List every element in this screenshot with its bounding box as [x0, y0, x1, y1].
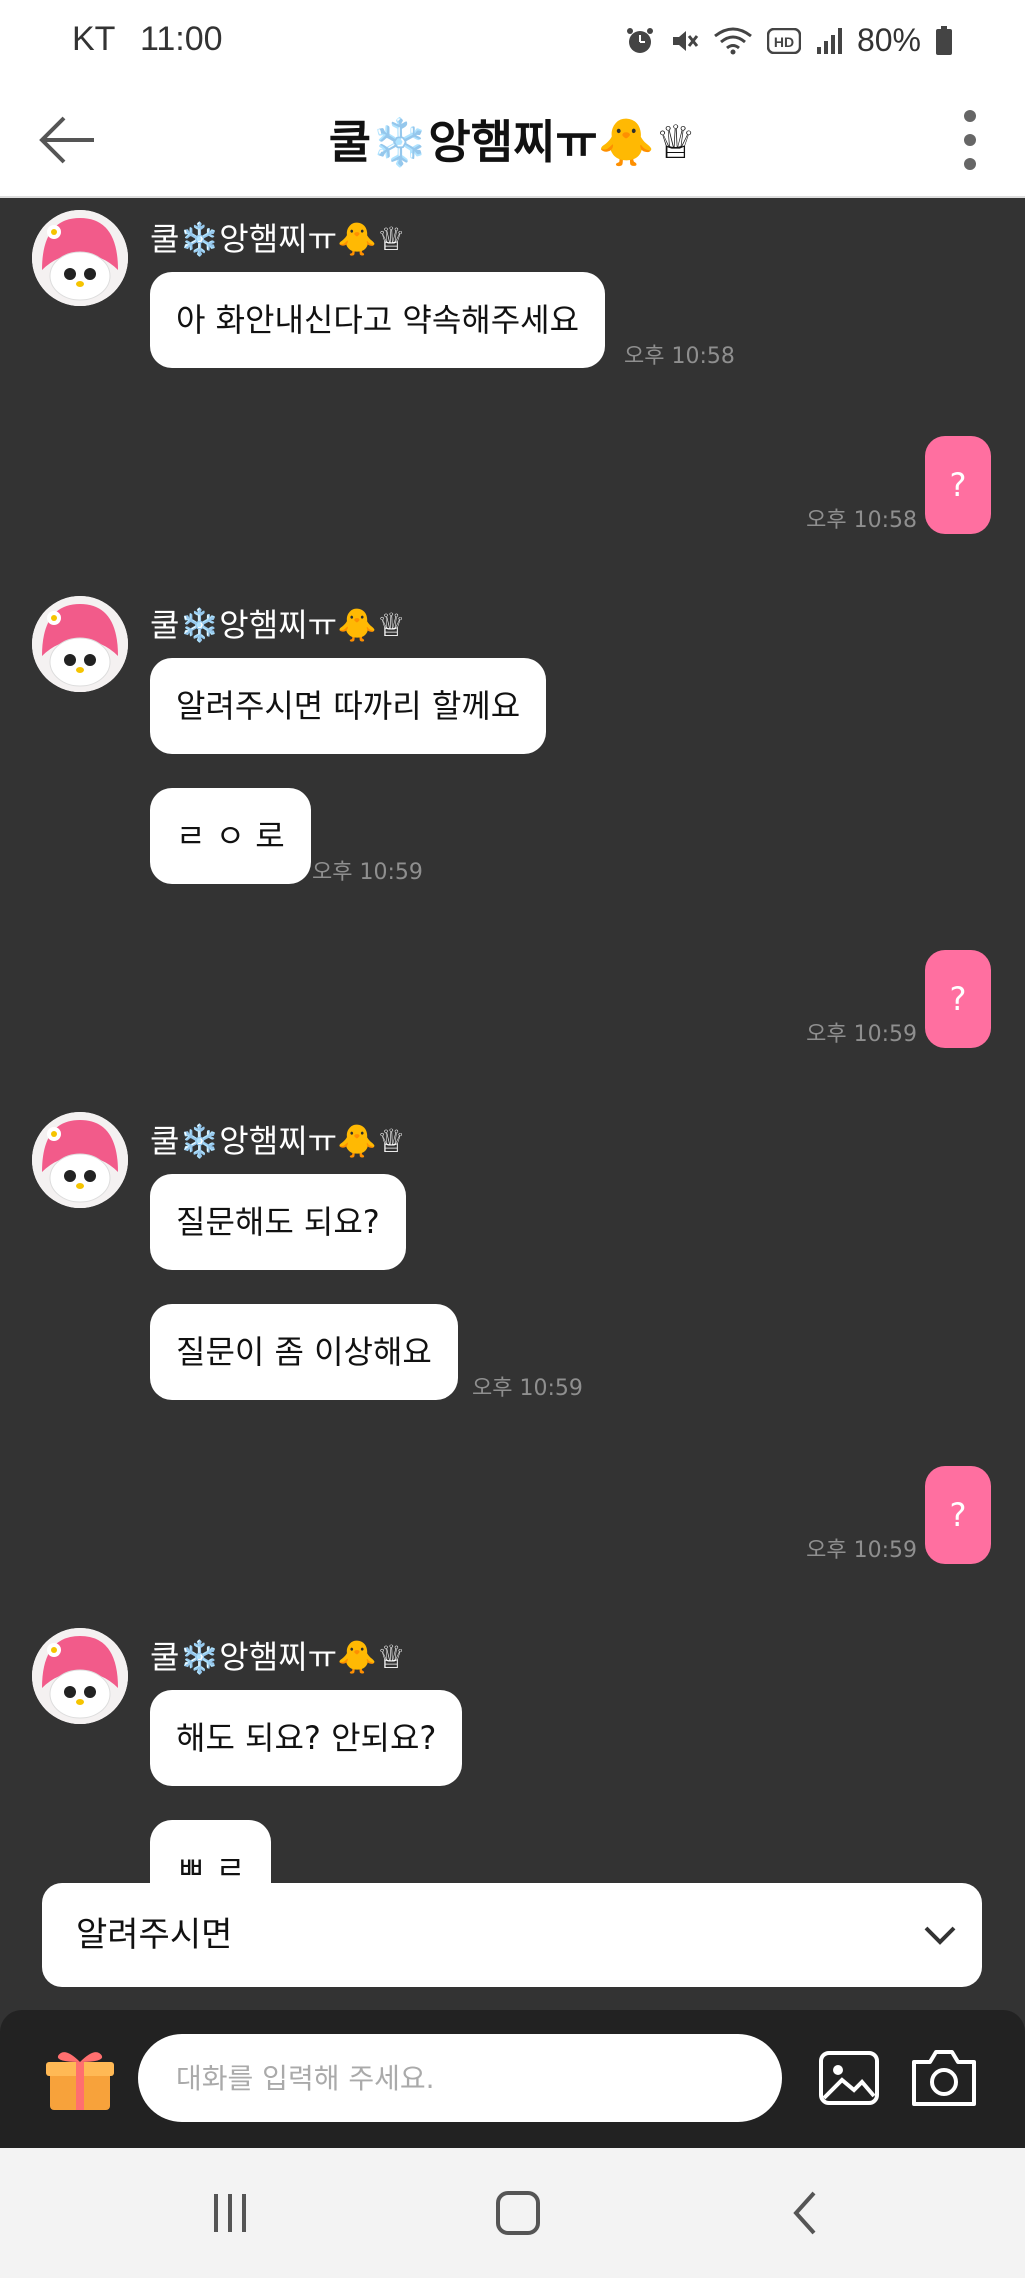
gift-icon[interactable] — [44, 2044, 116, 2116]
clock-label: 11:00 — [140, 20, 223, 58]
message-timestamp: 오후 10:59 — [806, 1022, 917, 1047]
alarm-icon — [626, 27, 653, 53]
more-vert-icon[interactable] — [955, 106, 985, 174]
svg-text:HD: HD — [774, 34, 794, 50]
avatar[interactable] — [32, 596, 128, 692]
signal-icon — [816, 27, 842, 54]
sent-bubble[interactable]: ? — [925, 436, 991, 534]
chat-title: 쿨❄️앙햄찌ㅠ🐥♕ — [328, 115, 697, 169]
battery-percent: 80% — [856, 22, 921, 58]
message-timestamp: 오후 10:59 — [806, 1538, 917, 1563]
received-bubble[interactable]: ㄹ ㅇ 로 — [150, 788, 311, 884]
sender-name: 쿨❄️앙햄찌ㅠ🐥♕ — [150, 1638, 406, 1676]
sent-bubble[interactable]: ? — [925, 950, 991, 1048]
mute-icon — [672, 30, 699, 51]
message-input[interactable] — [138, 2034, 782, 2122]
avatar[interactable] — [32, 210, 128, 306]
sent-bubble[interactable]: ? — [925, 1466, 991, 1564]
received-bubble[interactable]: 해도 되요? 안되요? — [150, 1690, 463, 1786]
avatar-image — [32, 1112, 128, 1208]
system-nav-bar — [0, 2148, 1025, 2278]
carrier-label: KT — [72, 20, 116, 58]
chat-screen: KT 11:00 HD 80% 쿨❄️앙햄찌ㅠ🐥♕ 쿨❄️앙햄찌ㅠ🐥♕ 아 화안… — [0, 0, 1025, 2278]
gallery-icon[interactable] — [818, 2050, 880, 2106]
chevron-down-icon[interactable] — [918, 1913, 962, 1957]
chat-header: 쿨❄️앙햄찌ㅠ🐥♕ — [0, 82, 1025, 198]
sender-name: 쿨❄️앙햄찌ㅠ🐥♕ — [150, 606, 406, 644]
message-timestamp: 오후 10:59 — [312, 860, 423, 885]
hd-icon: HD — [766, 27, 801, 54]
received-bubble[interactable]: 질문해도 되요? — [150, 1174, 406, 1270]
message-list[interactable]: 쿨❄️앙햄찌ㅠ🐥♕ 아 화안내신다고 약속해주세요 오후 10:58 ? 오후 … — [0, 200, 1025, 2010]
avatar-image — [32, 1628, 128, 1724]
camera-icon[interactable] — [908, 2046, 980, 2110]
avatar[interactable] — [32, 1112, 128, 1208]
message-timestamp: 오후 10:58 — [806, 508, 917, 533]
received-bubble[interactable]: 질문이 좀 이상해요 — [150, 1304, 458, 1400]
avatar[interactable] — [32, 1628, 128, 1724]
sender-name: 쿨❄️앙햄찌ㅠ🐥♕ — [150, 1122, 406, 1160]
received-bubble[interactable]: 아 화안내신다고 약속해주세요 — [150, 272, 606, 368]
status-icons: HD 80% — [625, 22, 953, 59]
wifi-icon — [714, 27, 752, 54]
message-timestamp: 오후 10:58 — [624, 344, 735, 369]
suggestion-text: 알려주시면 — [76, 1915, 233, 1955]
message-input-bar — [0, 2010, 1025, 2148]
sender-name: 쿨❄️앙햄찌ㅠ🐥♕ — [150, 220, 406, 258]
recents-icon[interactable] — [200, 2188, 260, 2238]
status-bar: KT 11:00 HD 80% — [0, 0, 1025, 82]
battery-icon — [936, 25, 952, 55]
message-timestamp: 오후 10:59 — [472, 1376, 583, 1401]
avatar-image — [32, 210, 128, 306]
received-bubble[interactable]: 알려주시면 따까리 할께요 — [150, 658, 547, 754]
nav-back-icon[interactable] — [776, 2188, 836, 2238]
suggestion-bar[interactable]: 알려주시면 — [42, 1883, 982, 1987]
home-icon[interactable] — [488, 2188, 548, 2238]
avatar-image — [32, 596, 128, 692]
